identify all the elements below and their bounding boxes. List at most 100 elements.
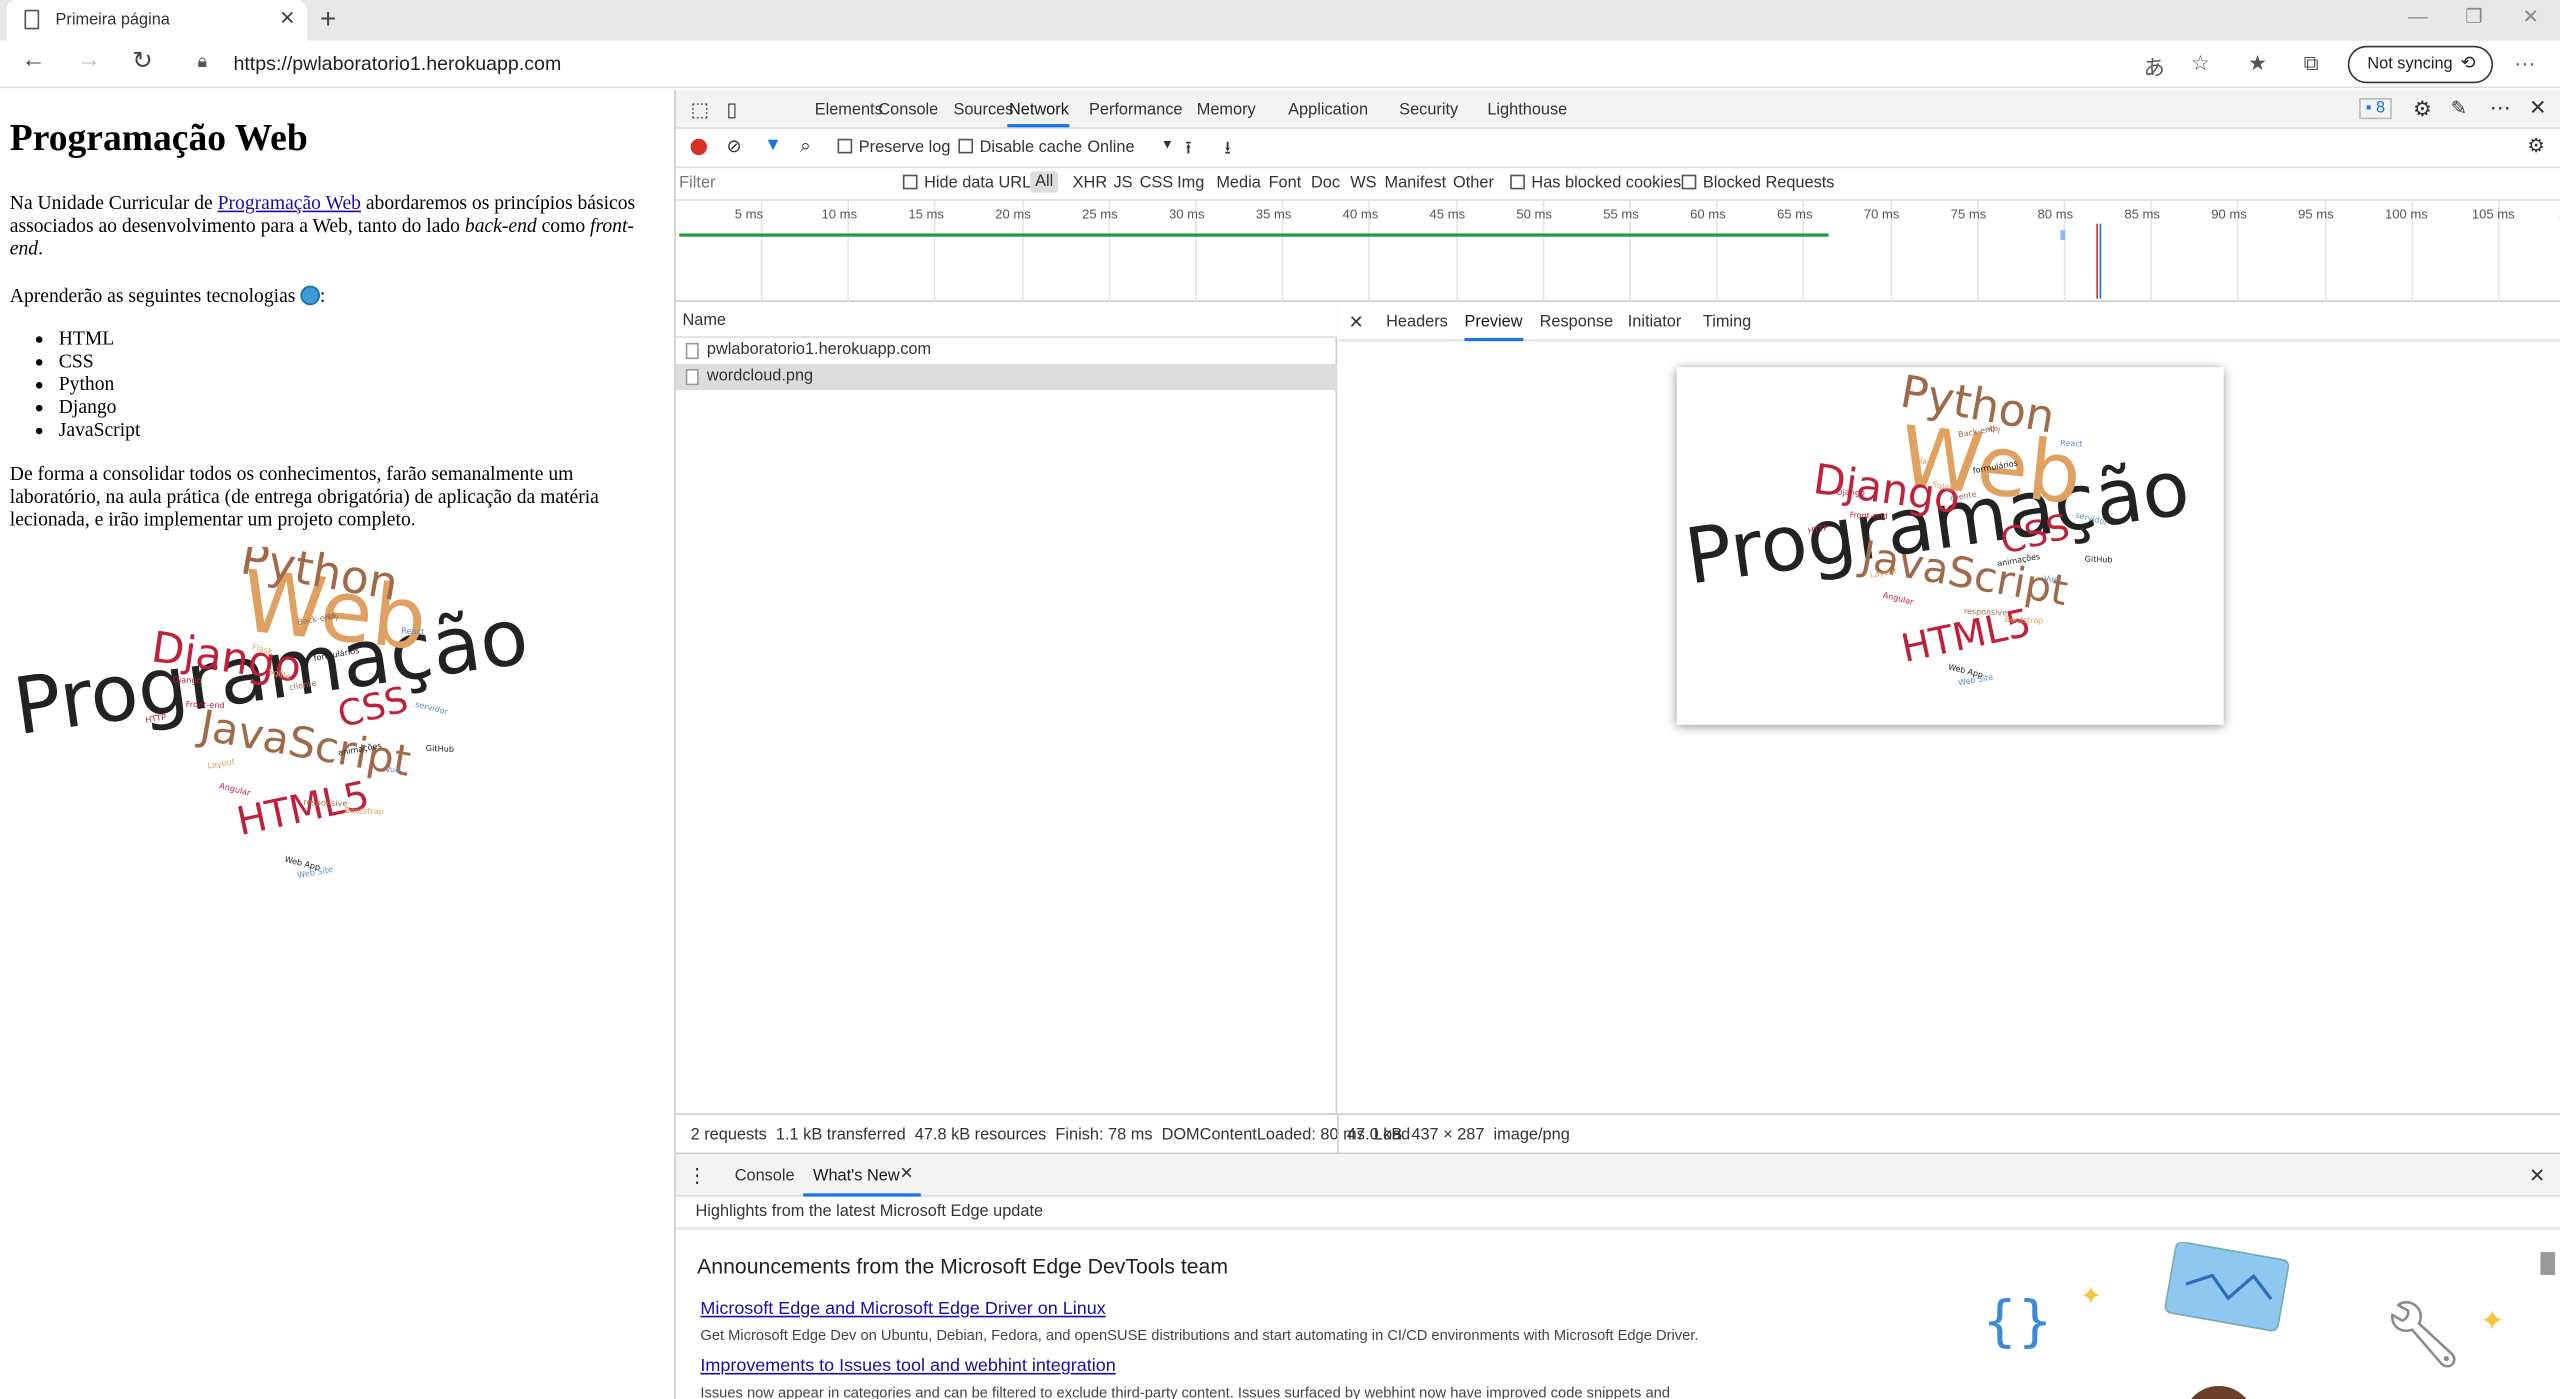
refresh-icon[interactable]: ↻ xyxy=(132,46,153,75)
close-whats-new-icon[interactable]: ✕ xyxy=(900,1166,914,1184)
course-link[interactable]: Programação Web xyxy=(218,191,361,214)
translate-icon[interactable]: あ xyxy=(2144,51,2165,82)
wordcloud-word: Vue xyxy=(2044,575,2060,586)
wordcloud-word: responsive xyxy=(303,798,348,810)
lock-icon[interactable]: 🔒︎ xyxy=(198,52,208,73)
inspect-icon[interactable]: ⬚ xyxy=(691,98,710,121)
close-details-icon[interactable]: ✕ xyxy=(1349,312,1364,333)
url-field[interactable]: https://pwlaboratorio1.herokuapp.com xyxy=(233,52,561,75)
filter-manifest[interactable]: Manifest xyxy=(1384,175,1446,193)
throttling-select[interactable]: Online xyxy=(1087,139,1134,157)
timeline-tick-label: 80 ms xyxy=(2037,207,2074,223)
timeline-tick-label: 65 ms xyxy=(1776,207,1813,223)
tab-timing[interactable]: Timing xyxy=(1703,313,1751,331)
restore-icon[interactable]: ❐ xyxy=(2465,5,2483,28)
close-tab-icon[interactable]: ✕ xyxy=(279,7,295,30)
feedback-icon[interactable]: ✎ xyxy=(2451,96,2467,119)
clear-icon[interactable]: ⊘ xyxy=(727,135,742,157)
disable-cache-checkbox[interactable]: Disable cache xyxy=(958,138,1082,157)
filter-input[interactable] xyxy=(679,171,892,196)
more-options-icon[interactable]: ⋯ xyxy=(2490,95,2511,121)
sync-button[interactable]: Not syncing ⟲ xyxy=(2347,45,2494,84)
person-icon xyxy=(2191,1385,2247,1399)
tab-elements[interactable]: Elements xyxy=(815,101,883,119)
browser-tab[interactable]: Primeira página ✕ xyxy=(6,0,307,41)
tab-preview[interactable]: Preview xyxy=(1464,313,1523,342)
list-item: Python xyxy=(59,372,660,395)
news-link[interactable]: Improvements to Issues tool and webhint … xyxy=(700,1357,1115,1377)
drawer-tab-whats-new[interactable]: What's New xyxy=(813,1167,900,1185)
preserve-log-checkbox[interactable]: Preserve log xyxy=(837,138,950,157)
tab-network[interactable]: Network xyxy=(1009,101,1069,119)
wordcloud-word: React xyxy=(2060,439,2084,450)
filter-ws[interactable]: WS xyxy=(1350,175,1376,193)
tab-console[interactable]: Console xyxy=(878,101,938,119)
network-settings-icon[interactable]: ⚙ xyxy=(2527,134,2545,157)
tab-performance[interactable]: Performance xyxy=(1089,101,1182,119)
close-devtools-icon[interactable]: ✕ xyxy=(2529,95,2547,121)
filter-font[interactable]: Font xyxy=(1269,175,1302,193)
filter-xhr[interactable]: XHR xyxy=(1073,175,1107,193)
tab-sources[interactable]: Sources xyxy=(953,101,1013,119)
filter-img[interactable]: Img xyxy=(1177,175,1204,193)
settings-icon[interactable]: ⚙ xyxy=(2413,96,2432,122)
name-column-header[interactable]: Name xyxy=(682,312,726,330)
filter-doc[interactable]: Doc xyxy=(1311,175,1340,193)
add-favorite-icon[interactable]: ☆ xyxy=(2191,51,2210,77)
issues-badge[interactable]: ▪ 8 xyxy=(2359,97,2392,120)
timeline-tick-label: 75 ms xyxy=(1950,207,1987,223)
wordcloud-word: Front-end xyxy=(1849,511,1888,523)
filter-media[interactable]: Media xyxy=(1216,175,1260,193)
filter-css[interactable]: CSS xyxy=(1140,175,1174,193)
active-tab-indicator xyxy=(1007,124,1070,128)
timeline-tick-label: 50 ms xyxy=(1516,207,1552,223)
filter-js[interactable]: JS xyxy=(1113,175,1132,193)
scrollbar-thumb[interactable] xyxy=(2540,1252,2556,1275)
intro-text: . xyxy=(38,236,43,260)
tab-security[interactable]: Security xyxy=(1399,101,1458,119)
import-har-icon[interactable]: ⭱ xyxy=(1185,134,1191,165)
request-row[interactable]: pwlaboratorio1.herokuapp.com xyxy=(676,338,1337,364)
tab-lighthouse[interactable]: Lighthouse xyxy=(1487,101,1567,119)
filter-icon[interactable]: ▼ xyxy=(764,135,782,155)
more-icon[interactable]: ··· xyxy=(2514,51,2535,75)
request-row[interactable]: wordcloud.png xyxy=(675,364,1338,391)
wordcloud-image: Programação Web Python Django JavaScript CSS H… xyxy=(10,547,549,898)
back-icon[interactable]: ← xyxy=(21,46,45,74)
export-har-icon[interactable]: ⭳ xyxy=(1224,134,1230,165)
globe-icon xyxy=(300,285,320,306)
close-drawer-icon[interactable]: ✕ xyxy=(2529,1164,2545,1187)
braces-icon: {} xyxy=(1982,1289,2053,1354)
blocked-requests-checkbox[interactable]: Blocked Requests xyxy=(1681,174,1834,193)
collections-icon[interactable]: ⧉ xyxy=(2304,51,2319,77)
wordcloud-word: Angular xyxy=(1882,591,1915,609)
forward-icon[interactable]: → xyxy=(77,46,101,74)
search-icon[interactable]: ⌕ xyxy=(800,134,811,158)
tab-application[interactable]: Application xyxy=(1288,101,1368,119)
network-overview-timeline[interactable]: 5 ms 10 ms 15 ms 20 ms 25 ms 30 ms 35 ms 40 ms 4… xyxy=(675,200,2560,303)
tab-response[interactable]: Response xyxy=(1540,313,1614,331)
window-close-icon[interactable]: ✕ xyxy=(2522,5,2538,28)
tab-memory[interactable]: Memory xyxy=(1197,101,1256,119)
timeline-tick-label: 90 ms xyxy=(2211,207,2247,223)
tab-headers[interactable]: Headers xyxy=(1386,313,1448,331)
hide-data-urls-checkbox[interactable]: Hide data URLs xyxy=(902,174,1039,193)
tab-initiator[interactable]: Initiator xyxy=(1628,313,1682,331)
device-toolbar-icon[interactable]: ▯ xyxy=(727,98,738,121)
has-blocked-cookies-checkbox[interactable]: Has blocked cookies xyxy=(1510,174,1681,193)
filter-all[interactable]: All xyxy=(1030,171,1059,193)
record-icon[interactable] xyxy=(690,138,707,156)
status-bar: 2 requests 1.1 kB transferred 47.8 kB re… xyxy=(675,1113,2560,1155)
sparkle-icon: ✦ xyxy=(2080,1281,2102,1311)
news-link[interactable]: Microsoft Edge and Microsoft Edge Driver… xyxy=(700,1299,1105,1319)
announcement-heading: Announcements from the Microsoft Edge De… xyxy=(697,1253,1229,1279)
timeline-tick-label: 25 ms xyxy=(1082,207,1118,223)
request-name: wordcloud.png xyxy=(706,367,814,386)
filter-other[interactable]: Other xyxy=(1453,175,1494,193)
new-tab-icon[interactable]: + xyxy=(320,3,336,36)
drawer-tab-console[interactable]: Console xyxy=(735,1167,795,1185)
drawer-menu-icon[interactable]: ⋮ xyxy=(687,1164,707,1187)
image-preview: Programação Web Python Django JavaScript CSS H… xyxy=(1676,367,2224,725)
favorites-icon[interactable]: ★ xyxy=(2248,51,2267,77)
minimize-icon[interactable]: — xyxy=(2408,5,2428,28)
